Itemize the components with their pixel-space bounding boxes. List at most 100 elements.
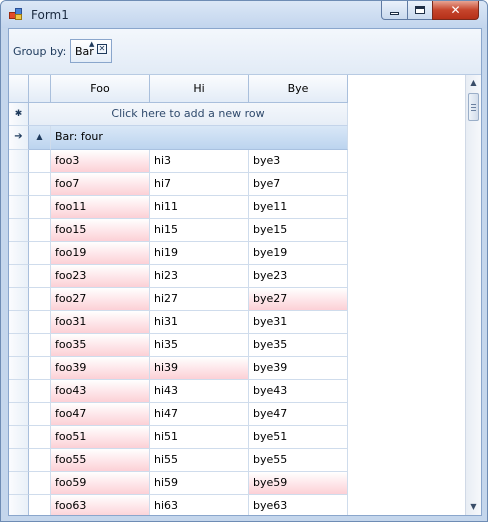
row-header[interactable] bbox=[9, 219, 29, 242]
header-group-indent bbox=[29, 75, 51, 103]
row-header[interactable] bbox=[9, 334, 29, 357]
group-indent-cell bbox=[29, 219, 51, 242]
grid-cell-bye[interactable]: bye31 bbox=[249, 311, 348, 334]
row-header[interactable] bbox=[9, 265, 29, 288]
grid-cell-foo[interactable]: foo23 bbox=[51, 265, 150, 288]
grid-cell-hi[interactable]: hi23 bbox=[150, 265, 249, 288]
group-row-header[interactable]: Bar: four bbox=[51, 126, 348, 150]
grid-cell-foo[interactable]: foo55 bbox=[51, 449, 150, 472]
scroll-up-icon[interactable]: ▲ bbox=[466, 75, 481, 90]
group-by-label: Group by: bbox=[13, 45, 67, 58]
grid-cell-bye[interactable]: bye19 bbox=[249, 242, 348, 265]
grid-cell-hi[interactable]: hi11 bbox=[150, 196, 249, 219]
row-header[interactable] bbox=[9, 403, 29, 426]
grid-cell-hi[interactable]: hi15 bbox=[150, 219, 249, 242]
vertical-scrollbar[interactable]: ▲ ▼ bbox=[465, 75, 481, 515]
new-row-marker-icon: ✱ bbox=[9, 103, 29, 126]
group-indent-cell bbox=[29, 334, 51, 357]
close-icon: ✕ bbox=[450, 3, 461, 17]
grid-cell-hi[interactable]: hi3 bbox=[150, 150, 249, 173]
grid-cell-foo[interactable]: foo27 bbox=[51, 288, 150, 311]
row-header[interactable] bbox=[9, 426, 29, 449]
grid-cell-foo[interactable]: foo19 bbox=[51, 242, 150, 265]
close-button[interactable]: ✕ bbox=[432, 1, 479, 20]
grid-cell-bye[interactable]: bye39 bbox=[249, 357, 348, 380]
grid-cell-bye[interactable]: bye59 bbox=[249, 472, 348, 495]
app-icon bbox=[9, 8, 23, 20]
grid-cell-bye[interactable]: bye47 bbox=[249, 403, 348, 426]
grid-cell-foo[interactable]: foo3 bbox=[51, 150, 150, 173]
grid-cell-hi[interactable]: hi43 bbox=[150, 380, 249, 403]
column-header-bye[interactable]: Bye bbox=[249, 75, 348, 103]
grid-cell-hi[interactable]: hi31 bbox=[150, 311, 249, 334]
row-header[interactable] bbox=[9, 150, 29, 173]
grid-cell-foo[interactable]: foo15 bbox=[51, 219, 150, 242]
row-header[interactable] bbox=[9, 242, 29, 265]
grid-cell-hi[interactable]: hi59 bbox=[150, 472, 249, 495]
row-header[interactable] bbox=[9, 380, 29, 403]
row-header[interactable] bbox=[9, 472, 29, 495]
scroll-thumb[interactable] bbox=[468, 93, 479, 121]
grid-cell-hi[interactable]: hi51 bbox=[150, 426, 249, 449]
grid-cell-foo[interactable]: foo31 bbox=[51, 311, 150, 334]
maximize-icon bbox=[415, 6, 425, 14]
grid-cell-hi[interactable]: hi47 bbox=[150, 403, 249, 426]
grid-cell-hi[interactable]: hi19 bbox=[150, 242, 249, 265]
row-header[interactable] bbox=[9, 495, 29, 515]
column-header-hi[interactable]: Hi bbox=[150, 75, 249, 103]
row-header[interactable] bbox=[9, 196, 29, 219]
grid-cell-foo[interactable]: foo51 bbox=[51, 426, 150, 449]
grid-cell-hi[interactable]: hi63 bbox=[150, 495, 249, 515]
group-indent-cell bbox=[29, 495, 51, 515]
row-header[interactable] bbox=[9, 449, 29, 472]
grid-cell-bye[interactable]: bye27 bbox=[249, 288, 348, 311]
maximize-button[interactable] bbox=[407, 1, 433, 20]
grid-cell-foo[interactable]: foo35 bbox=[51, 334, 150, 357]
grid-cell-bye[interactable]: bye23 bbox=[249, 265, 348, 288]
current-row-indicator-icon: ➔ bbox=[9, 126, 29, 150]
grid-cell-bye[interactable]: bye51 bbox=[249, 426, 348, 449]
row-header[interactable] bbox=[9, 173, 29, 196]
grid-cell-bye[interactable]: bye3 bbox=[249, 150, 348, 173]
remove-group-icon[interactable]: ✕ bbox=[97, 44, 107, 54]
grid-cell-hi[interactable]: hi39 bbox=[150, 357, 249, 380]
scroll-down-icon[interactable]: ▼ bbox=[466, 499, 481, 514]
row-header[interactable] bbox=[9, 288, 29, 311]
grid-cell-bye[interactable]: bye15 bbox=[249, 219, 348, 242]
grid-cell-foo[interactable]: foo47 bbox=[51, 403, 150, 426]
data-grid: Foo Hi Bye ✱ Click here to add a new row… bbox=[9, 75, 465, 515]
grid-cell-bye[interactable]: bye43 bbox=[249, 380, 348, 403]
grid-cell-foo[interactable]: foo63 bbox=[51, 495, 150, 515]
grid-cell-foo[interactable]: foo7 bbox=[51, 173, 150, 196]
grid-cell-bye[interactable]: bye35 bbox=[249, 334, 348, 357]
group-indent-cell bbox=[29, 357, 51, 380]
grid-cell-bye[interactable]: bye11 bbox=[249, 196, 348, 219]
grid-cell-bye[interactable]: bye63 bbox=[249, 495, 348, 515]
minimize-button[interactable] bbox=[381, 1, 408, 20]
grid-cell-hi[interactable]: hi27 bbox=[150, 288, 249, 311]
window-title: Form1 bbox=[31, 8, 69, 22]
group-indent-cell bbox=[29, 426, 51, 449]
grid-cell-hi[interactable]: hi35 bbox=[150, 334, 249, 357]
grid-cell-hi[interactable]: hi7 bbox=[150, 173, 249, 196]
row-header[interactable] bbox=[9, 357, 29, 380]
grid-cell-foo[interactable]: foo43 bbox=[51, 380, 150, 403]
group-chip-bar[interactable]: Bar ▲ ✕ bbox=[70, 39, 112, 63]
grid-cell-bye[interactable]: bye55 bbox=[249, 449, 348, 472]
grid-cell-foo[interactable]: foo11 bbox=[51, 196, 150, 219]
app-window: Form1 ✕ Group by: Bar ▲ ✕ Foo Hi Bye ✱ C… bbox=[0, 0, 488, 522]
column-header-foo[interactable]: Foo bbox=[51, 75, 150, 103]
row-header[interactable] bbox=[9, 311, 29, 334]
group-indent-cell bbox=[29, 242, 51, 265]
grid-cell-bye[interactable]: bye7 bbox=[249, 173, 348, 196]
collapse-group-icon[interactable]: ▲ bbox=[29, 126, 51, 150]
title-bar[interactable]: Form1 ✕ bbox=[1, 1, 487, 28]
group-indent-cell bbox=[29, 472, 51, 495]
group-indent-cell bbox=[29, 173, 51, 196]
grid-cell-foo[interactable]: foo39 bbox=[51, 357, 150, 380]
group-indent-cell bbox=[29, 288, 51, 311]
grid-cell-hi[interactable]: hi55 bbox=[150, 449, 249, 472]
grid-cell-foo[interactable]: foo59 bbox=[51, 472, 150, 495]
group-indent-cell bbox=[29, 150, 51, 173]
add-new-row[interactable]: Click here to add a new row bbox=[29, 103, 348, 126]
